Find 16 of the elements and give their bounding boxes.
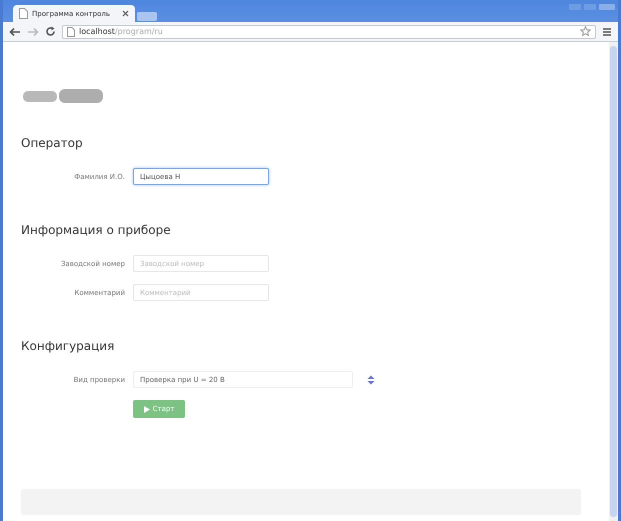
reload-icon[interactable] — [45, 26, 56, 37]
menu-icon[interactable] — [602, 26, 612, 36]
page-icon — [19, 8, 28, 19]
scrollbar[interactable] — [609, 42, 618, 521]
close-icon[interactable] — [122, 10, 129, 17]
section-heading: Информация о приборе — [21, 223, 172, 237]
page-icon — [67, 26, 75, 36]
spinner-icon[interactable] — [367, 374, 375, 384]
section-heading: Оператор — [21, 136, 84, 150]
star-icon[interactable] — [580, 26, 591, 37]
forward-icon[interactable] — [27, 26, 39, 36]
play-icon — [144, 406, 150, 412]
section-heading: Конфигурация — [21, 339, 116, 353]
address-bar[interactable]: localhost/program/ru — [62, 24, 596, 38]
url-text: localhost/program/ru — [79, 27, 163, 36]
back-icon[interactable] — [9, 26, 21, 36]
